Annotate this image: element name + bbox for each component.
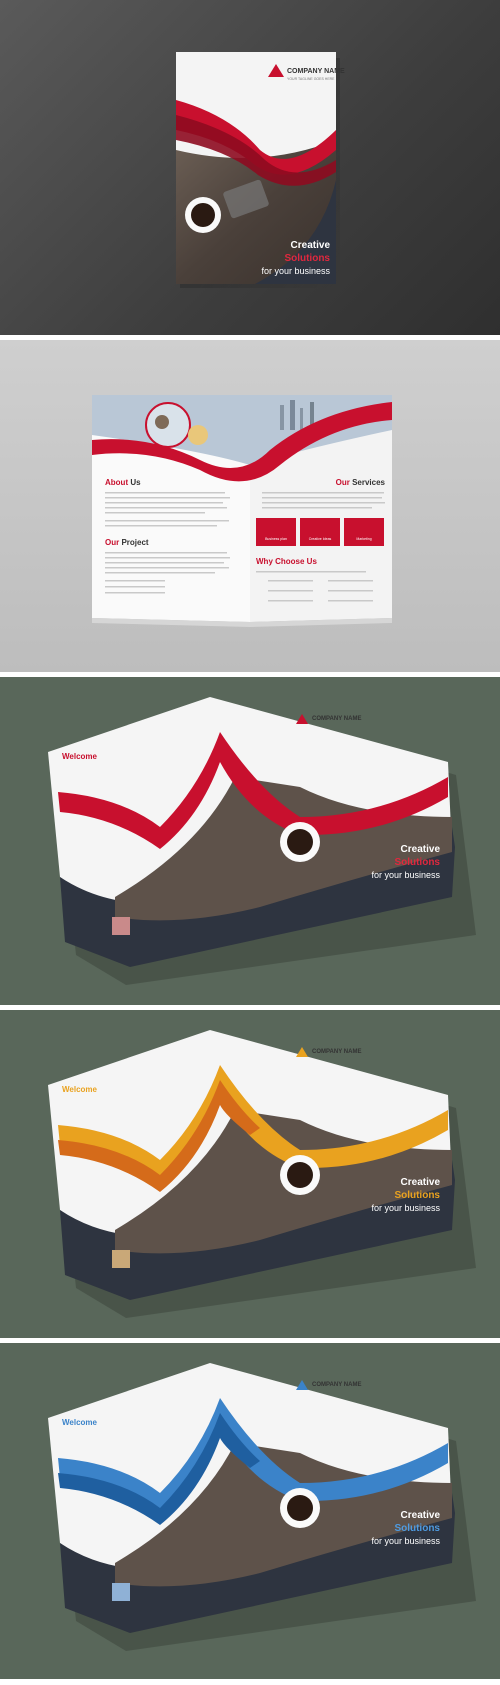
service-label-1: Business plan — [265, 537, 287, 541]
open-cover-red: COMPANY NAME Welcome Creative Solutions … — [48, 697, 476, 985]
headline-solutions: Solutions — [394, 1190, 440, 1201]
headline-creative: Creative — [401, 1177, 441, 1188]
panel-inner-spread: About Us Our Project Our Services Busine… — [0, 340, 500, 672]
headline-solutions: Solutions — [394, 857, 440, 868]
why-choose-us-title: Why Choose Us — [256, 557, 317, 566]
welcome-title: Welcome — [62, 1418, 98, 1427]
headline-creative: Creative — [401, 844, 441, 855]
our-project-title: Our Project — [105, 538, 149, 547]
headline-creative: Creative — [401, 1510, 441, 1521]
headline-business: for your business — [371, 870, 440, 880]
cover-mockup: COMPANY NAME YOUR TAGLINE GOES HERE Crea… — [176, 52, 345, 288]
company-logo-icon — [296, 714, 308, 724]
service-label-2: Creative Ideas — [309, 537, 332, 541]
qr-code-icon — [112, 917, 130, 935]
our-services-title: Our Services — [336, 478, 386, 487]
company-logo-icon — [296, 1380, 308, 1390]
company-name: COMPANY NAME — [287, 68, 345, 75]
panel-open-cover-orange: COMPANY NAME Welcome Creative Solutions … — [0, 1010, 500, 1338]
company-name: COMPANY NAME — [312, 716, 361, 722]
service-box-1 — [256, 518, 296, 546]
spread-mockup: About Us Our Project Our Services Busine… — [92, 395, 392, 627]
company-tagline: YOUR TAGLINE GOES HERE — [287, 77, 335, 81]
headline-solutions: Solutions — [284, 253, 330, 264]
welcome-title: Welcome — [62, 1085, 98, 1094]
service-box-2 — [300, 518, 340, 546]
open-cover-orange: COMPANY NAME Welcome Creative Solutions … — [48, 1030, 476, 1318]
panel-cover-closed: COMPANY NAME YOUR TAGLINE GOES HERE Crea… — [0, 0, 500, 335]
about-us-title: About Us — [105, 478, 141, 487]
panel-open-cover-red: COMPANY NAME Welcome Creative Solutions … — [0, 677, 500, 1005]
company-logo-icon — [296, 1047, 308, 1057]
company-name: COMPANY NAME — [312, 1049, 361, 1055]
headline-business: for your business — [371, 1536, 440, 1546]
headline-solutions: Solutions — [394, 1523, 440, 1534]
panel-open-cover-blue: COMPANY NAME Welcome Creative Solutions … — [0, 1343, 500, 1679]
headline-creative: Creative — [291, 240, 331, 251]
headline-business: for your business — [261, 266, 330, 276]
qr-code-icon — [112, 1250, 130, 1268]
headline-business: for your business — [371, 1203, 440, 1213]
service-box-3 — [344, 518, 384, 546]
company-name: COMPANY NAME — [312, 1382, 361, 1388]
service-label-3: Marketing — [356, 537, 371, 541]
qr-code-icon — [112, 1583, 130, 1601]
welcome-title: Welcome — [62, 752, 98, 761]
open-cover-blue: COMPANY NAME Welcome Creative Solutions … — [48, 1363, 476, 1651]
